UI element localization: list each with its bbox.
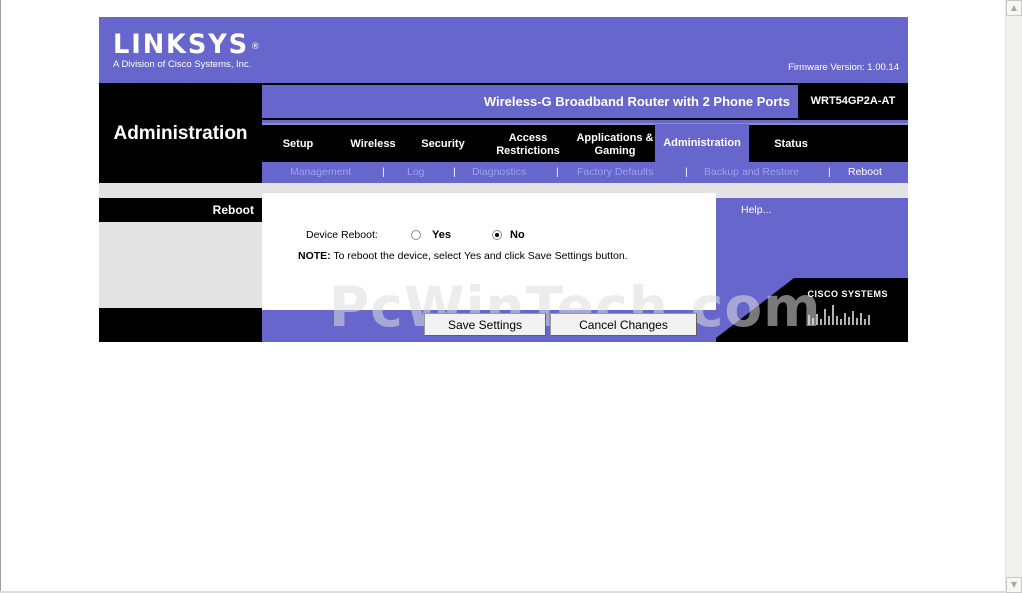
subnav-log[interactable]: Log <box>407 162 425 182</box>
cancel-changes-button[interactable]: Cancel Changes <box>550 313 697 336</box>
window-left-border <box>0 0 1 593</box>
help-link[interactable]: Help... <box>741 204 771 216</box>
reboot-yes-radio[interactable] <box>411 230 421 240</box>
left-footer <box>99 308 262 342</box>
subnav-management[interactable]: Management <box>290 162 351 182</box>
subnav-separator: | <box>556 166 559 178</box>
logo-tagline: A Division of Cisco Systems, Inc. <box>113 59 252 70</box>
tab-security[interactable]: Security <box>410 127 476 162</box>
subnav-separator: | <box>828 166 831 178</box>
tab-setup[interactable]: Setup <box>265 127 331 162</box>
cisco-logo-text: CISCO SYSTEMS <box>807 289 888 299</box>
linksys-logo: LINKSYS ® <box>113 29 260 60</box>
scroll-down-arrow-icon[interactable]: ▼ <box>1006 577 1022 593</box>
reboot-no-label: No <box>510 229 525 241</box>
divider-stripe-light <box>262 123 908 125</box>
product-name: Wireless-G Broadband Router with 2 Phone… <box>483 94 790 109</box>
reboot-no-radio[interactable] <box>492 230 502 240</box>
cisco-bars-icon <box>808 305 871 325</box>
help-column: Help... CISCO SYSTEMS <box>716 198 908 342</box>
router-admin-page: LINKSYS ® A Division of Cisco Systems, In… <box>99 17 908 342</box>
firmware-version: Firmware Version: 1.00.14 <box>788 62 899 73</box>
tab-access-restrictions[interactable]: Access Restrictions <box>484 127 572 162</box>
product-bar: Wireless-G Broadband Router with 2 Phone… <box>262 85 798 118</box>
model-number: WRT54GP2A-AT <box>810 95 896 107</box>
note-prefix: NOTE: <box>298 250 331 262</box>
left-section-label: Reboot <box>212 203 254 217</box>
subnav-separator: | <box>453 166 456 178</box>
scroll-up-arrow-icon[interactable]: ▲ <box>1006 0 1022 16</box>
main-tabs: Setup Wireless Security Access Restricti… <box>262 124 908 162</box>
note-text: To reboot the device, select Yes and cli… <box>330 250 628 262</box>
save-settings-button[interactable]: Save Settings <box>424 313 546 336</box>
cisco-systems-logo: CISCO SYSTEMS <box>807 289 888 325</box>
device-reboot-label: Device Reboot: <box>306 229 378 241</box>
subnav-separator: | <box>382 166 385 178</box>
subnav-reboot[interactable]: Reboot <box>848 162 882 182</box>
subnav-backup-restore[interactable]: Backup and Restore <box>704 162 799 182</box>
reboot-note: NOTE: To reboot the device, select Yes a… <box>298 250 628 262</box>
radio-selected-dot <box>495 233 499 237</box>
subnav-factory-defaults[interactable]: Factory Defaults <box>577 162 653 182</box>
tab-administration[interactable]: Administration <box>655 124 749 162</box>
vertical-scrollbar[interactable]: ▲ ▼ <box>1005 0 1022 593</box>
tab-wireless[interactable]: Wireless <box>340 127 406 162</box>
header-banner: LINKSYS ® A Division of Cisco Systems, In… <box>99 17 908 83</box>
left-section-header: Reboot <box>99 198 262 222</box>
tab-status[interactable]: Status <box>758 127 824 162</box>
sub-navigation: Management | Log | Diagnostics | Factory… <box>262 162 908 183</box>
reboot-yes-label: Yes <box>432 229 451 241</box>
subnav-separator: | <box>685 166 688 178</box>
tab-applications-gaming[interactable]: Applications & Gaming <box>572 127 658 162</box>
section-title: Administration <box>113 123 248 144</box>
subnav-diagnostics[interactable]: Diagnostics <box>472 162 526 182</box>
